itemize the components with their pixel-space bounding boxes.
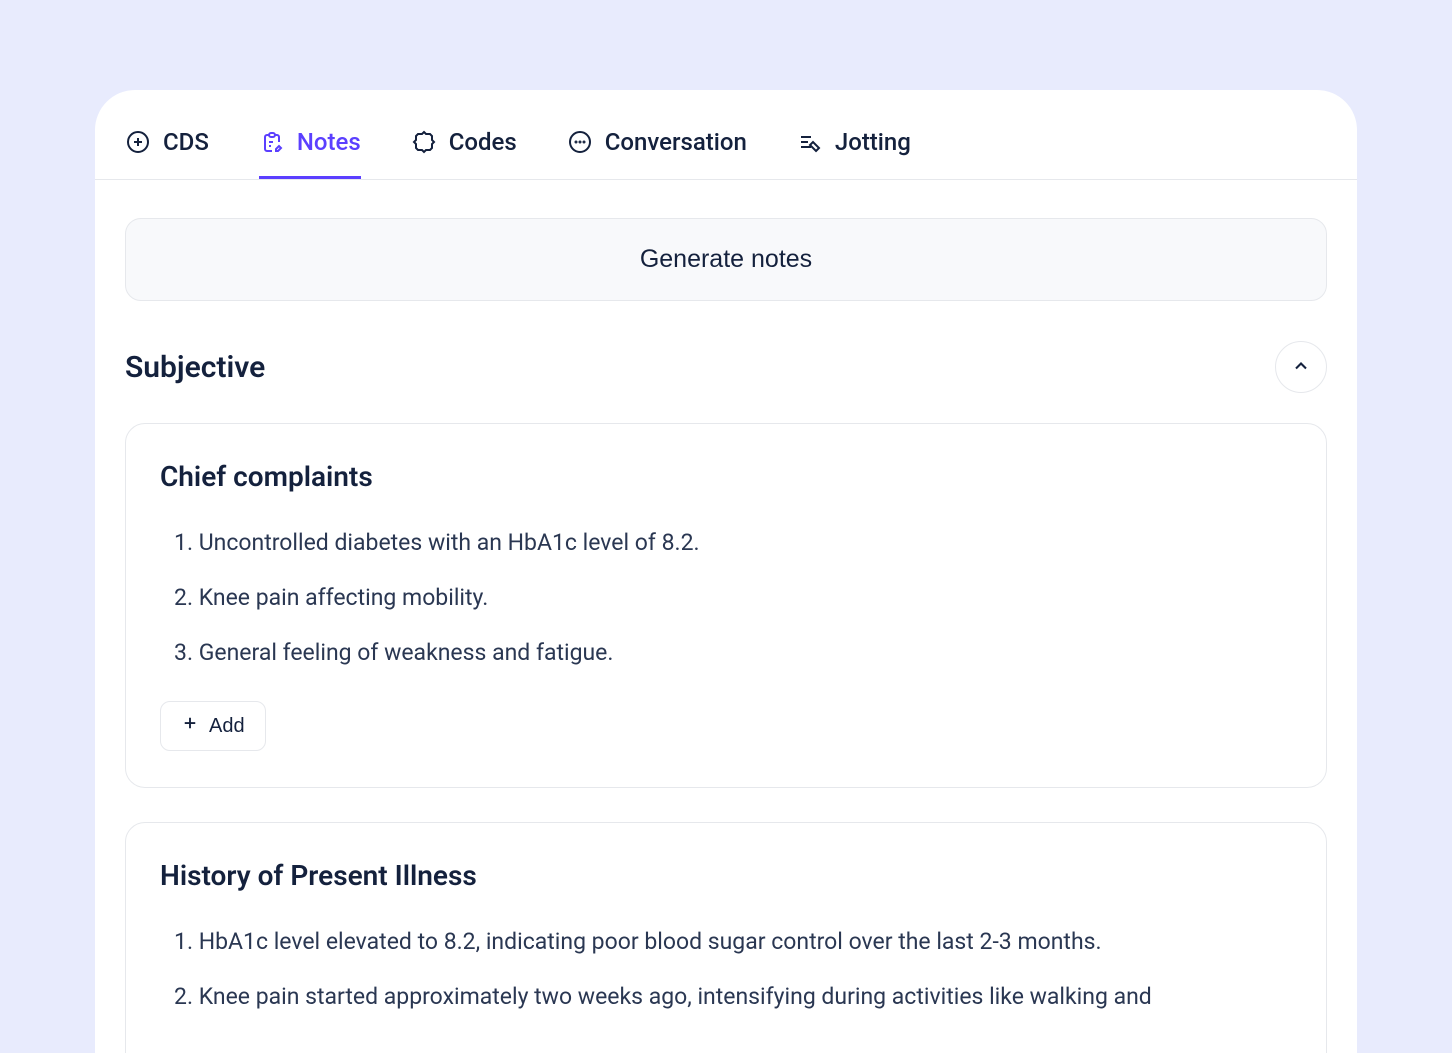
tab-jotting[interactable]: Jotting bbox=[797, 128, 911, 179]
generate-button-label: Generate notes bbox=[640, 245, 812, 273]
list-item: Knee pain affecting mobility. bbox=[160, 580, 1292, 617]
tab-label: Notes bbox=[297, 128, 361, 156]
tab-codes[interactable]: Codes bbox=[411, 128, 517, 179]
collapse-section-button[interactable] bbox=[1275, 341, 1327, 393]
history-list: HbA1c level elevated to 8.2, indicating … bbox=[160, 924, 1292, 1016]
list-item: HbA1c level elevated to 8.2, indicating … bbox=[160, 924, 1292, 961]
pen-lines-icon bbox=[797, 129, 823, 155]
tab-bar: CDS Notes Codes Conversati bbox=[95, 90, 1357, 180]
tab-notes[interactable]: Notes bbox=[259, 128, 361, 179]
add-button-label: Add bbox=[209, 715, 245, 738]
chief-complaints-card: Chief complaints Uncontrolled diabetes w… bbox=[125, 423, 1327, 788]
tab-cds[interactable]: CDS bbox=[125, 128, 209, 179]
list-item: Knee pain started approximately two week… bbox=[160, 979, 1292, 1016]
add-complaint-button[interactable]: Add bbox=[160, 701, 266, 751]
tab-label: Codes bbox=[449, 128, 517, 156]
section-title: Subjective bbox=[125, 350, 265, 385]
chief-complaints-list: Uncontrolled diabetes with an HbA1c leve… bbox=[160, 525, 1292, 671]
history-present-illness-card: History of Present Illness HbA1c level e… bbox=[125, 822, 1327, 1053]
chief-complaints-title: Chief complaints bbox=[160, 460, 1292, 493]
generate-notes-button[interactable]: Generate notes bbox=[125, 218, 1327, 301]
tab-label: Jotting bbox=[835, 128, 911, 156]
tab-label: Conversation bbox=[605, 128, 747, 156]
tab-label: CDS bbox=[163, 128, 209, 156]
clipboard-icon bbox=[259, 129, 285, 155]
target-icon bbox=[125, 129, 151, 155]
tab-conversation[interactable]: Conversation bbox=[567, 128, 747, 179]
plus-icon bbox=[181, 714, 199, 738]
chat-icon bbox=[567, 129, 593, 155]
chevron-up-icon bbox=[1291, 356, 1311, 379]
list-item: Uncontrolled diabetes with an HbA1c leve… bbox=[160, 525, 1292, 562]
history-title: History of Present Illness bbox=[160, 859, 1292, 892]
content-area: Generate notes Subjective Chief complain… bbox=[95, 180, 1357, 1053]
list-item: General feeling of weakness and fatigue. bbox=[160, 635, 1292, 672]
section-header: Subjective bbox=[125, 341, 1327, 393]
medical-icon bbox=[411, 129, 437, 155]
page-background: CDS Notes Codes Conversati bbox=[0, 0, 1452, 1053]
main-card: CDS Notes Codes Conversati bbox=[95, 90, 1357, 1053]
